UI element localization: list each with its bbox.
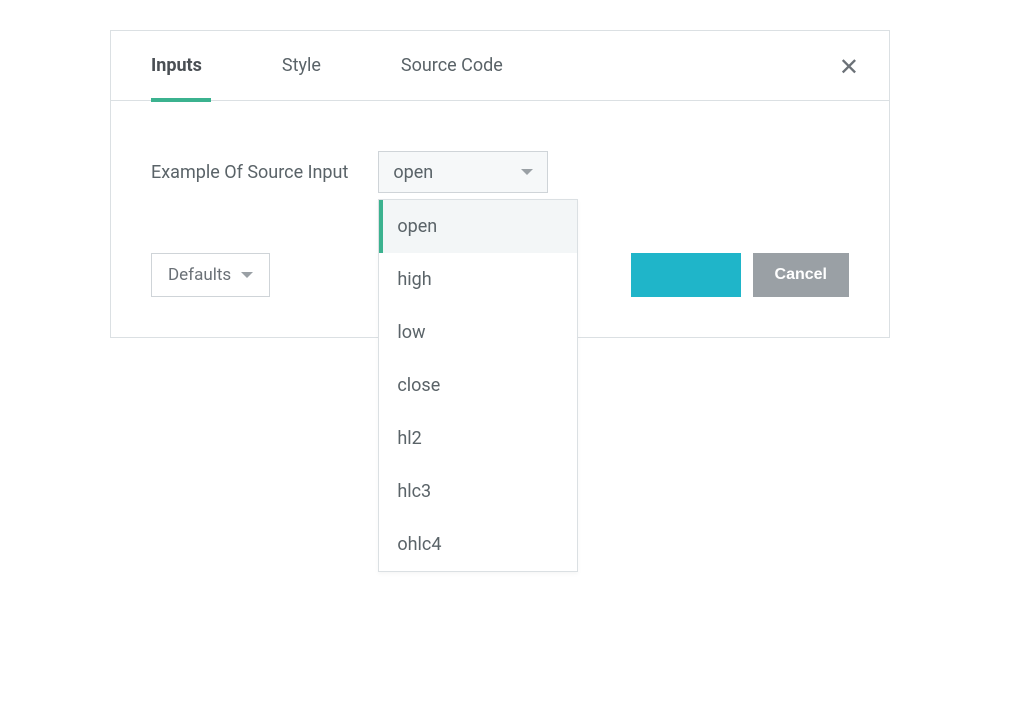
dropdown-option-close[interactable]: close xyxy=(379,359,577,412)
dropdown-option-hlc3[interactable]: hlc3 xyxy=(379,465,577,518)
settings-dialog: Inputs Style Source Code ✕ Example Of So… xyxy=(110,30,890,338)
chevron-down-icon xyxy=(521,169,533,175)
input-row: Example Of Source Input open open high l… xyxy=(151,151,849,193)
close-icon[interactable]: ✕ xyxy=(839,53,859,81)
dropdown-option-hl2[interactable]: hl2 xyxy=(379,412,577,465)
chevron-down-icon xyxy=(241,272,253,278)
input-label: Example Of Source Input xyxy=(151,162,348,183)
cancel-button[interactable]: Cancel xyxy=(753,253,849,297)
defaults-label: Defaults xyxy=(168,265,231,285)
source-select-wrap: open open high low close hl2 hlc3 ohlc4 xyxy=(378,151,548,193)
dropdown-option-low[interactable]: low xyxy=(379,306,577,359)
source-dropdown: open high low close hl2 hlc3 ohlc4 xyxy=(378,199,578,572)
defaults-button[interactable]: Defaults xyxy=(151,253,270,297)
tab-inputs[interactable]: Inputs xyxy=(151,31,202,101)
source-select-value: open xyxy=(393,162,521,183)
tab-source-code[interactable]: Source Code xyxy=(401,31,503,101)
dropdown-option-open[interactable]: open xyxy=(379,200,577,253)
dropdown-option-high[interactable]: high xyxy=(379,253,577,306)
tabs-bar: Inputs Style Source Code ✕ xyxy=(111,31,889,101)
tab-style[interactable]: Style xyxy=(282,31,321,101)
source-select[interactable]: open xyxy=(378,151,548,193)
dropdown-option-ohlc4[interactable]: ohlc4 xyxy=(379,518,577,571)
dialog-content: Example Of Source Input open open high l… xyxy=(111,101,889,337)
ok-button[interactable] xyxy=(631,253,741,297)
